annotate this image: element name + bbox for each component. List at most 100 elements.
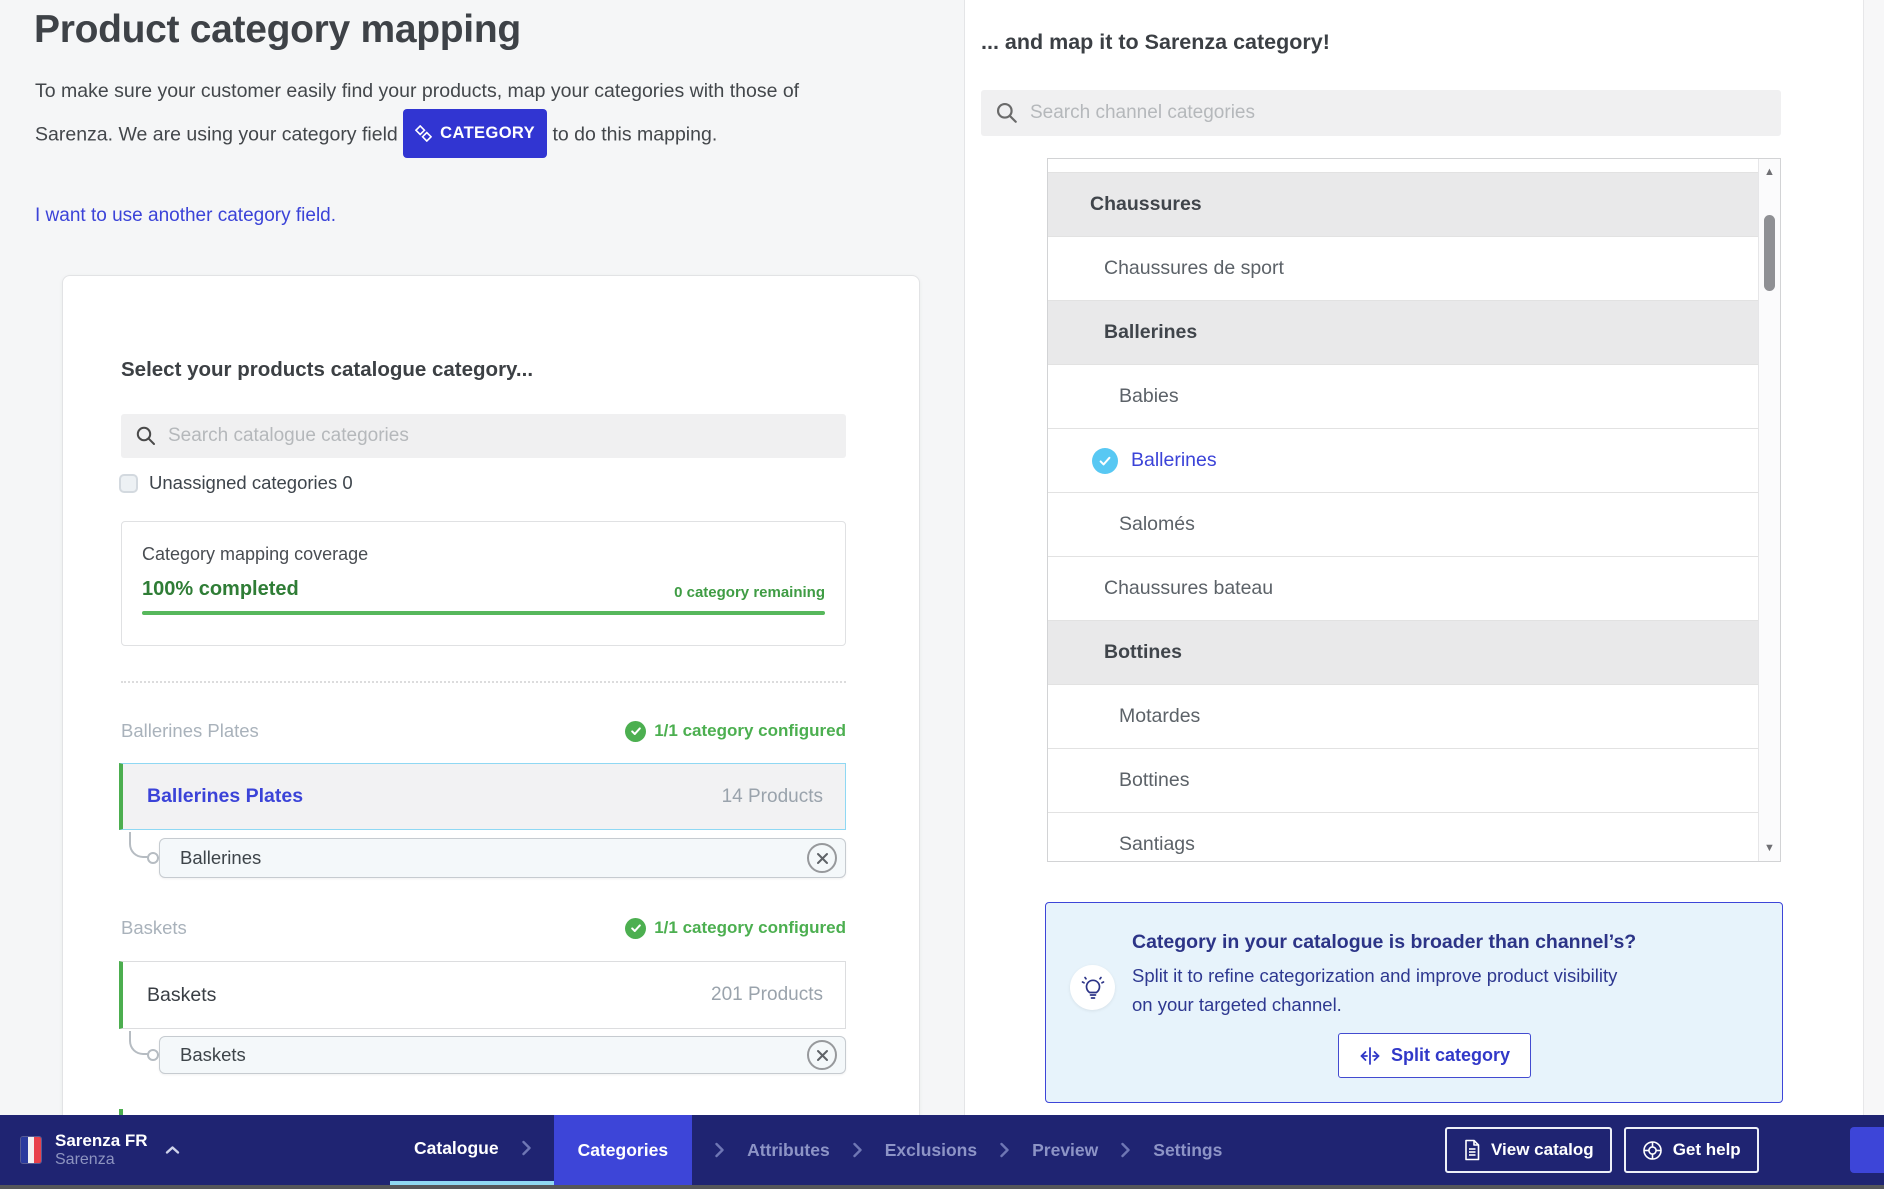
split-category-tip: Category in your catalogue is broader th… (1045, 902, 1783, 1103)
chevron-right-icon (1120, 1115, 1131, 1185)
channel-category-row[interactable]: Bottines (1048, 620, 1760, 684)
tip-title: Category in your catalogue is broader th… (1132, 931, 1636, 954)
footer-step-preview[interactable]: Preview (1032, 1115, 1098, 1185)
list-scrollbar[interactable]: ▲ ▼ (1758, 159, 1780, 861)
catalogue-category-row[interactable]: Ballerines Plates 14 Products (119, 763, 846, 830)
next-action-button-partial[interactable] (1850, 1127, 1884, 1173)
coverage-progressbar (142, 611, 825, 615)
mapped-category-label: Baskets (180, 1044, 246, 1066)
chevron-up-icon[interactable] (165, 1145, 180, 1155)
footer-step-exclusions[interactable]: Exclusions (885, 1115, 977, 1185)
channel-category-row[interactable]: Ballerines (1048, 300, 1760, 364)
footer-step-attributes[interactable]: Attributes (747, 1115, 830, 1185)
chevron-right-icon (714, 1115, 725, 1185)
channel-category-label: Babies (1119, 385, 1179, 408)
catalogue-search[interactable] (121, 414, 846, 458)
store-selector[interactable]: Sarenza FR Sarenza (20, 1115, 180, 1185)
intro-text: To make sure your customer easily find y… (35, 72, 880, 160)
group-header: Ballerines Plates 1/1 category configure… (121, 720, 846, 742)
channel-category-label: Chaussures de sport (1104, 257, 1284, 280)
channel-category-list: Chaussures Chaussures de sport Ballerines B… (1047, 158, 1781, 862)
get-help-button[interactable]: Get help (1624, 1127, 1759, 1173)
use-another-field-link[interactable]: I want to use another category field. (35, 205, 336, 227)
catalogue-category-row[interactable]: Baskets 201 Products (119, 961, 846, 1029)
group-header: Baskets 1/1 category configured (121, 917, 846, 939)
catalogue-category-name: Baskets (147, 984, 216, 1007)
footer-step-label: Categories (578, 1140, 668, 1161)
page-scrollbar[interactable] (1863, 0, 1884, 1115)
view-catalog-button[interactable]: View catalog (1445, 1127, 1612, 1173)
get-help-label: Get help (1673, 1140, 1741, 1160)
unassigned-filter: Unassigned categories 0 (119, 472, 353, 494)
mapped-category-chip[interactable]: Ballerines (159, 838, 846, 878)
channel-panel-title: ... and map it to Sarenza category! (981, 30, 1330, 55)
lightbulb-icon (1070, 965, 1115, 1010)
group-status: 1/1 category configured (625, 721, 846, 742)
scroll-up-icon[interactable]: ▲ (1759, 166, 1780, 178)
footer-step-label: Exclusions (885, 1140, 977, 1161)
coverage-remaining: 0 category remaining (674, 584, 825, 601)
channel-search[interactable] (981, 90, 1781, 136)
workflow-steps: Catalogue Categories Attributes Exclusions P… (390, 1115, 1222, 1185)
tip-body: Split it to refine categorization and im… (1132, 961, 1627, 1019)
link-icon (415, 125, 432, 142)
chevron-right-icon (852, 1115, 863, 1185)
group-status-label: 1/1 category configured (654, 918, 846, 938)
split-button-label: Split category (1391, 1045, 1510, 1066)
intro-after: to do this mapping. (552, 124, 717, 146)
catalogue-category-products: 14 Products (722, 786, 823, 808)
channel-search-input[interactable] (1030, 102, 1767, 124)
channel-category-row[interactable]: Babies (1048, 364, 1760, 428)
channel-category-label: Santiags (1119, 833, 1195, 856)
split-category-button[interactable]: Split category (1338, 1033, 1531, 1078)
channel-category-row[interactable]: Santiags (1048, 812, 1760, 862)
catalogue-category-products: 201 Products (711, 984, 823, 1006)
search-icon (135, 425, 157, 447)
channel-category-row[interactable]: Chaussures (1048, 172, 1760, 236)
footer-step-catalogue[interactable]: Catalogue (390, 1115, 554, 1185)
document-icon (1463, 1139, 1481, 1161)
mapped-category-label: Ballerines (180, 847, 261, 869)
group-status: 1/1 category configured (625, 918, 846, 939)
store-names: Sarenza FR Sarenza (55, 1131, 148, 1169)
channel-category-row[interactable]: Chaussures de sport (1048, 236, 1760, 300)
scroll-down-icon[interactable]: ▼ (1759, 842, 1780, 854)
channel-panel: ... and map it to Sarenza category! Chau… (964, 0, 1884, 1115)
coverage-completed: 100% completed (142, 578, 299, 601)
channel-category-row[interactable]: Bottines (1048, 748, 1760, 812)
lifebuoy-icon (1642, 1140, 1663, 1161)
channel-category-label: Chaussures (1090, 193, 1202, 216)
footer-bar: Sarenza FR Sarenza Catalogue Categories At… (0, 1115, 1884, 1185)
channel-category-label: Ballerines (1131, 449, 1217, 472)
channel-category-label: Ballerines (1104, 321, 1197, 344)
footer-step-categories[interactable]: Categories (554, 1115, 692, 1185)
channel-category-row[interactable]: Ballerines (1048, 428, 1760, 492)
scrollbar-thumb[interactable] (1764, 215, 1775, 291)
search-icon (995, 101, 1019, 125)
channel-category-label: Bottines (1119, 769, 1189, 792)
channel-category-row[interactable]: Motardes (1048, 684, 1760, 748)
footer-step-label: Attributes (747, 1140, 830, 1161)
mapped-category-chip[interactable]: Baskets (159, 1036, 846, 1074)
catalogue-search-input[interactable] (168, 425, 832, 447)
channel-category-label: Motardes (1119, 705, 1200, 728)
category-badge-label: CATEGORY (440, 114, 535, 153)
channel-category-row[interactable]: Chaussures bateau (1048, 556, 1760, 620)
mapping-connector-dot (147, 1049, 159, 1061)
category-field-badge[interactable]: CATEGORY (403, 109, 547, 158)
check-circle-icon (625, 918, 646, 939)
channel-category-row[interactable]: Salomés (1048, 492, 1760, 556)
remove-mapping-button[interactable] (807, 843, 837, 873)
channel-category-label: Salomés (1119, 513, 1195, 536)
chevron-right-icon (521, 1140, 532, 1156)
footer-step-settings[interactable]: Settings (1153, 1115, 1222, 1185)
page-title: Product category mapping (34, 8, 521, 52)
channel-category-label: Bottines (1104, 641, 1182, 664)
catalogue-panel: Select your products catalogue category.… (62, 275, 920, 1127)
unassigned-checkbox[interactable] (119, 474, 138, 493)
unassigned-label: Unassigned categories 0 (149, 472, 353, 494)
remove-mapping-button[interactable] (807, 1040, 837, 1070)
channel-category-label: Chaussures bateau (1104, 577, 1273, 600)
coverage-title: Category mapping coverage (142, 544, 825, 565)
catalogue-category-name: Ballerines Plates (147, 785, 303, 808)
